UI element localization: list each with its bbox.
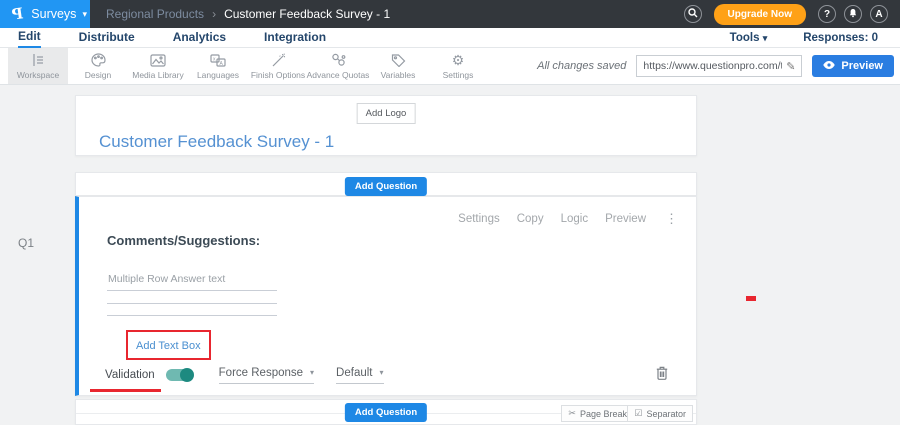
avatar-letter: A — [875, 9, 882, 20]
search-button[interactable] — [684, 5, 702, 23]
add-question-button-bottom[interactable]: Add Question — [345, 403, 427, 422]
red-cursor-annotation — [746, 296, 756, 301]
logo-area[interactable]: P Surveys ▾ — [0, 0, 90, 28]
media-library-icon — [150, 53, 166, 68]
toolbar-item-variables[interactable]: Variables — [368, 48, 428, 84]
checked-box-icon: ☑ — [634, 408, 642, 419]
page-break-button[interactable]: ✂ Page Break — [561, 405, 634, 422]
breadcrumb-separator-icon: › — [212, 7, 216, 21]
default-dropdown[interactable]: Default ▾ — [336, 367, 383, 384]
chevron-down-icon: ▾ — [310, 368, 314, 377]
answer-row-line[interactable] — [107, 303, 277, 304]
question-card: Settings Copy Logic Preview ⋮ Comments/S… — [75, 196, 697, 396]
toolbar-item-design[interactable]: Design — [68, 48, 128, 84]
question-actions: Settings Copy Logic Preview ⋮ — [458, 211, 678, 227]
force-response-dropdown[interactable]: Force Response ▾ — [219, 367, 314, 384]
question-code-label: Q1 — [18, 236, 34, 250]
validation-annotation-underline — [90, 389, 161, 392]
section-nav: Edit Distribute Analytics Integration To… — [0, 28, 900, 48]
breadcrumb: Regional Products › Customer Feedback Su… — [106, 7, 390, 21]
delete-question-button[interactable] — [656, 366, 668, 385]
tab-integration[interactable]: Integration — [264, 28, 326, 47]
toolbar-item-settings[interactable]: ⚙ Settings — [428, 48, 488, 84]
variables-icon — [391, 53, 406, 68]
nav-right: Tools ▾ Responses: 0 — [730, 32, 882, 44]
advance-quotas-icon — [331, 53, 346, 68]
breadcrumb-parent[interactable]: Regional Products — [106, 7, 204, 21]
question-logic-link[interactable]: Logic — [561, 213, 589, 225]
pencil-icon[interactable]: ✎ — [786, 60, 795, 73]
add-question-strip-top: Add Question — [75, 172, 697, 196]
question-footer-controls: Validation Force Response ▾ Default ▾ — [79, 361, 696, 389]
tab-analytics[interactable]: Analytics — [173, 28, 226, 47]
autosave-status: All changes saved — [537, 60, 626, 72]
topbar: P Surveys ▾ Regional Products › Customer… — [0, 0, 900, 28]
workspace-icon — [30, 53, 46, 68]
question-preview-link[interactable]: Preview — [605, 213, 646, 225]
toolbar-item-media-library[interactable]: Media Library — [128, 48, 188, 84]
bell-icon — [848, 8, 858, 21]
help-button[interactable]: ? — [818, 5, 836, 23]
tools-menu[interactable]: Tools ▾ — [730, 32, 768, 44]
add-text-box-highlight: Add Text Box — [126, 330, 211, 360]
toolbar-item-workspace[interactable]: Workspace — [8, 48, 68, 84]
design-icon — [91, 53, 106, 68]
toolbar-item-finish-options[interactable]: Finish Options — [248, 48, 308, 84]
add-logo-button[interactable]: Add Logo — [357, 103, 416, 124]
separator-button[interactable]: ☑ Separator — [627, 405, 693, 422]
avatar[interactable]: A — [870, 5, 888, 23]
notifications-button[interactable] — [844, 5, 862, 23]
scissors-icon: ✂ — [568, 408, 576, 419]
editor-toolbar: Workspace Design Media Library xA Langua… — [0, 48, 900, 85]
question-text[interactable]: Comments/Suggestions: — [107, 233, 260, 248]
toolbar-item-advance-quotas[interactable]: Advance Quotas — [308, 48, 368, 84]
toolbar-item-languages[interactable]: xA Languages — [188, 48, 248, 84]
question-copy-link[interactable]: Copy — [517, 213, 544, 225]
topbar-actions: Upgrade Now ? A — [684, 4, 900, 25]
add-question-strip-bottom: Add Question ✂ Page Break ☑ Separator — [75, 399, 697, 425]
survey-header-card: Add Logo Customer Feedback Survey - 1 — [75, 95, 697, 156]
survey-url-field[interactable]: https://www.questionpro.com/t/APNrFZ ✎ — [636, 55, 802, 77]
responses-count[interactable]: Responses: 0 — [803, 32, 878, 44]
questionpro-logo-icon: P — [11, 4, 25, 23]
eye-icon — [823, 60, 835, 72]
chevron-down-icon: ▾ — [763, 33, 768, 43]
answer-row-line[interactable] — [107, 315, 277, 316]
gear-icon: ⚙ — [452, 53, 465, 68]
toggle-knob — [180, 368, 194, 382]
survey-title[interactable]: Customer Feedback Survey - 1 — [99, 132, 334, 152]
answer-placeholder[interactable]: Multiple Row Answer text — [108, 273, 225, 285]
finish-options-icon — [271, 53, 286, 68]
languages-icon: xA — [210, 53, 226, 68]
add-text-box-link[interactable]: Add Text Box — [136, 340, 201, 352]
upgrade-now-button[interactable]: Upgrade Now — [714, 4, 806, 25]
validation-label: Validation — [105, 369, 155, 381]
tab-edit[interactable]: Edit — [18, 27, 41, 48]
preview-button[interactable]: Preview — [812, 55, 894, 77]
chevron-down-icon: ▾ — [379, 368, 383, 377]
survey-url-value[interactable]: https://www.questionpro.com/t/APNrFZ — [643, 60, 782, 72]
validation-toggle[interactable] — [166, 369, 193, 381]
add-question-button-top[interactable]: Add Question — [345, 177, 427, 196]
toolbar-right: All changes saved https://www.questionpr… — [537, 48, 900, 84]
tab-distribute[interactable]: Distribute — [79, 28, 135, 47]
kebab-menu-icon[interactable]: ⋮ — [665, 211, 678, 227]
question-settings-link[interactable]: Settings — [458, 213, 500, 225]
search-icon — [688, 8, 698, 21]
chevron-down-icon: ▾ — [82, 9, 87, 20]
breadcrumb-current: Customer Feedback Survey - 1 — [224, 7, 390, 21]
trash-icon — [656, 366, 668, 385]
question-mark-icon: ? — [824, 9, 830, 20]
app-label: Surveys — [31, 7, 76, 21]
answer-row-line[interactable] — [107, 290, 277, 291]
